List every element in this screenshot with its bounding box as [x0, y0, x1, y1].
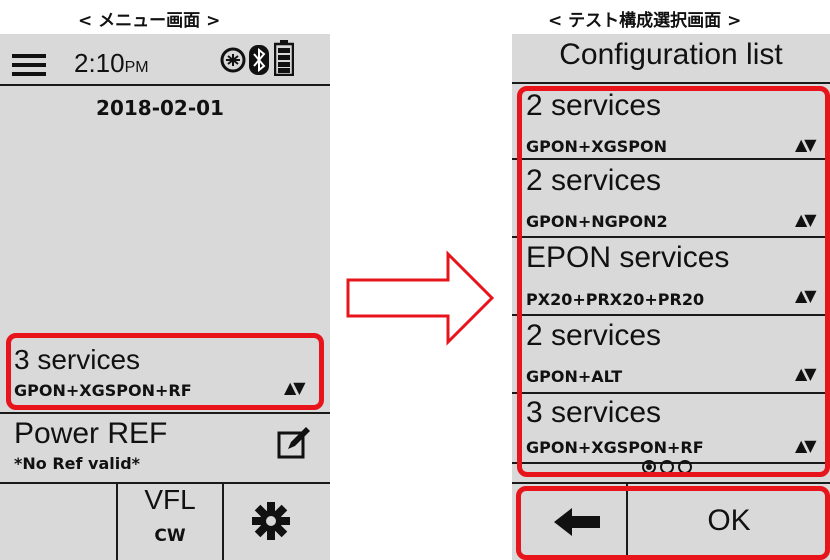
- edit-icon: [276, 425, 312, 461]
- settings-button[interactable]: [224, 484, 330, 560]
- settings-icon: [251, 501, 291, 541]
- config-screen-caption: < テスト構成選択画面 >: [548, 11, 742, 31]
- vfl-mode: CW: [154, 526, 186, 546]
- config-screen: Configuration list 2 services GPON+XGSPO…: [512, 34, 830, 560]
- clock-time: 2:10: [74, 48, 125, 78]
- network-status-icon: [220, 47, 246, 73]
- highlight-frame: [6, 333, 324, 410]
- power-ref-button[interactable]: Power REF *No Ref valid*: [0, 414, 330, 482]
- blank-softkey[interactable]: [0, 484, 116, 560]
- date-label: 2018-02-01: [96, 96, 224, 120]
- menu-screen: 2:10PM 2018-02-01 3 services GPON+XGSPON…: [0, 34, 330, 560]
- divider: [512, 82, 830, 84]
- menu-icon[interactable]: [12, 54, 46, 78]
- bottom-buttons-highlight-frame: [516, 486, 830, 560]
- bluetooth-icon: [248, 44, 270, 76]
- status-divider: [0, 84, 330, 86]
- right-arrow-icon: [344, 250, 496, 346]
- clock: 2:10PM: [74, 48, 149, 79]
- config-screen-title: Configuration list: [559, 38, 783, 71]
- menu-screen-caption: < メニュー画面 >: [78, 11, 221, 31]
- config-list-highlight-frame: [517, 86, 830, 477]
- clock-suffix: PM: [124, 59, 149, 76]
- vfl-button[interactable]: VFL CW: [118, 484, 222, 560]
- battery-icon: [273, 40, 295, 77]
- vfl-label: VFL: [144, 484, 196, 515]
- power-ref-title: Power REF: [14, 417, 168, 450]
- power-ref-subtitle: *No Ref valid*: [14, 454, 141, 473]
